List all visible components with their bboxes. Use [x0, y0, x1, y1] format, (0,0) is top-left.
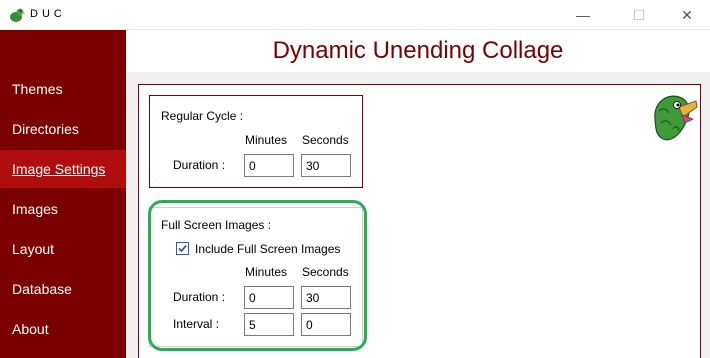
duration-label: Duration : — [173, 290, 226, 304]
full-duration-minutes-input[interactable]: 0 — [244, 286, 294, 309]
sidebar-item-label: Images — [12, 201, 58, 217]
duck-mascot-icon — [654, 95, 698, 141]
full-interval-minutes-input[interactable]: 5 — [244, 313, 294, 336]
sidebar: Themes Directories Image Settings Images… — [0, 30, 126, 358]
interval-label: Interval : — [173, 317, 220, 331]
regular-cycle-group: Regular Cycle : Minutes Seconds Duration… — [149, 95, 363, 188]
minimize-button[interactable]: — — [560, 0, 606, 30]
sidebar-item-label: Image Settings — [12, 161, 106, 177]
full-screen-group: Full Screen Images : Include Full Screen… — [149, 207, 363, 347]
regular-duration-minutes-input[interactable]: 0 — [244, 154, 294, 177]
duration-label: Duration : — [173, 158, 226, 172]
sidebar-item-label: Layout — [12, 241, 55, 257]
sidebar-item-label: Database — [12, 281, 72, 297]
regular-duration-seconds-input[interactable]: 30 — [301, 154, 351, 177]
regular-cycle-title: Regular Cycle : — [161, 109, 244, 123]
window-title: DUC — [30, 8, 66, 20]
seconds-header: Seconds — [302, 133, 349, 147]
page-title: Dynamic Unending Collage — [272, 37, 564, 64]
checkmark-icon — [178, 244, 187, 253]
sidebar-item-directories[interactable]: Directories — [0, 110, 126, 148]
duck-logo-icon — [10, 8, 26, 22]
full-interval-seconds-input[interactable]: 0 — [301, 313, 351, 336]
close-button[interactable]: ✕ — [664, 0, 710, 30]
title-bar: DUC — ☐ ✕ — [0, 0, 710, 30]
main-content: Regular Cycle : Minutes Seconds Duration… — [126, 72, 710, 358]
sidebar-item-image-settings[interactable]: Image Settings — [0, 150, 126, 188]
minutes-header: Minutes — [245, 133, 288, 147]
settings-panel: Regular Cycle : Minutes Seconds Duration… — [138, 84, 701, 358]
include-full-screen-checkbox[interactable] — [176, 242, 189, 255]
full-duration-seconds-input[interactable]: 30 — [301, 286, 351, 309]
sidebar-item-layout[interactable]: Layout — [0, 230, 126, 268]
sidebar-item-label: Directories — [12, 121, 79, 137]
sidebar-item-themes[interactable]: Themes — [0, 70, 126, 108]
sidebar-item-label: Themes — [12, 81, 63, 97]
minutes-header: Minutes — [245, 265, 288, 279]
maximize-button[interactable]: ☐ — [616, 0, 662, 30]
page-header: Dynamic Unending Collage — [126, 30, 710, 72]
sidebar-item-label: About — [12, 321, 49, 337]
full-screen-title: Full Screen Images : — [161, 218, 272, 232]
seconds-header: Seconds — [302, 265, 349, 279]
sidebar-item-about[interactable]: About — [0, 310, 126, 348]
sidebar-item-images[interactable]: Images — [0, 190, 126, 228]
include-full-screen-label: Include Full Screen Images — [195, 242, 341, 256]
sidebar-item-database[interactable]: Database — [0, 270, 126, 308]
